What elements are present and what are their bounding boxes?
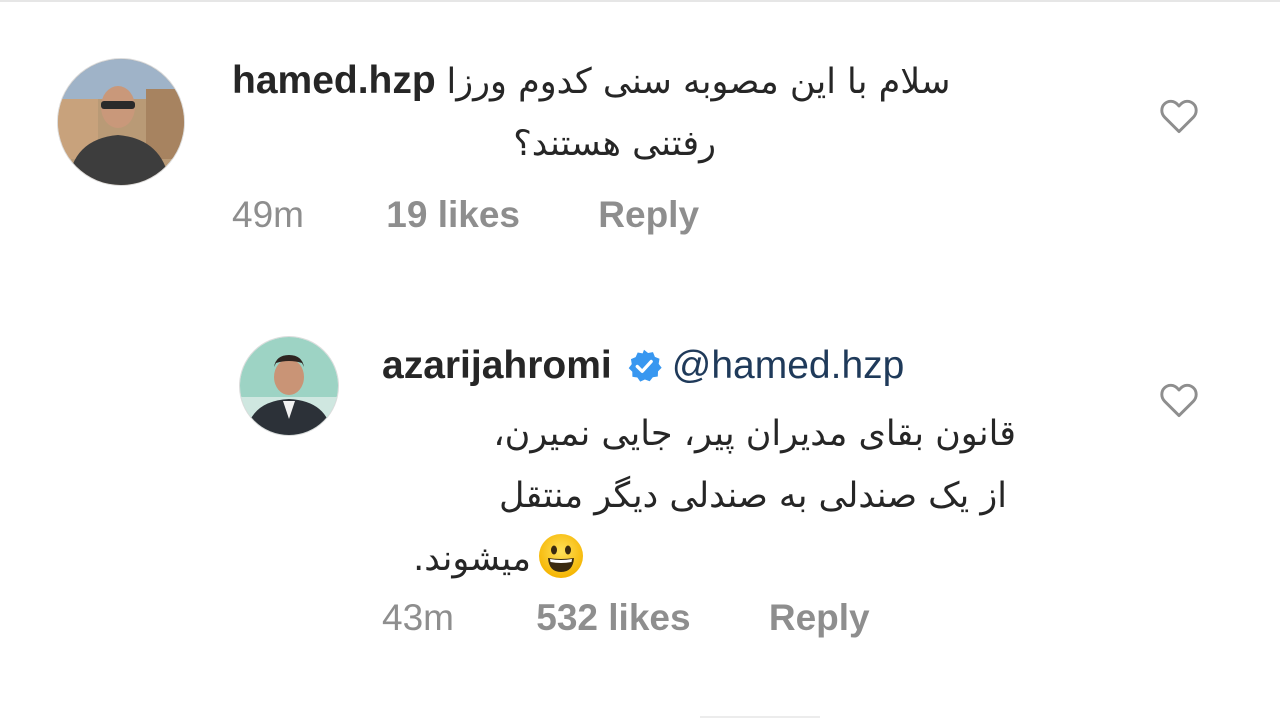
reply-text-line3: میشوند. [413,539,531,579]
reply-button[interactable]: Reply [769,597,870,639]
reply-text-line1: قانون بقای مدیران پیر، جایی نمیرن، [493,414,1016,454]
reply-button[interactable]: Reply [598,194,699,236]
reply-text-line2: از یک صندلی به صندلی دیگر منتقل [499,476,1007,516]
avatar-photo [58,59,184,185]
comment-text-line2: رفتنی هستند؟ [513,124,716,164]
bottom-divider [700,716,820,718]
reply-text-line3-wrap: میشوند. [382,527,585,599]
reply-meta: 43m 532 likes Reply [382,597,870,639]
comment-text: hamed.hzp سلام با این مصوبه سنی کدوم ورز… [232,50,1104,175]
comment-meta: 49m 19 likes Reply [232,194,699,236]
avatar[interactable] [58,59,184,185]
comment-username[interactable]: hamed.hzp [232,59,436,102]
verified-badge-icon [626,341,662,403]
comment-time: 49m [232,194,304,235]
like-heart-icon[interactable] [1157,94,1201,138]
reply-text: azarijahromi @hamed.hzp قانون بقای مدیرا… [382,335,1042,599]
comment-likes[interactable]: 19 likes [386,194,520,236]
comment-text-line1: سلام با این مصوبه سنی کدوم ورزا [446,62,951,102]
reply-time: 43m [382,597,454,638]
reply-username[interactable]: azarijahromi [382,344,612,387]
avatar[interactable] [240,337,338,435]
reply-likes[interactable]: 532 likes [536,597,690,639]
grinning-face-emoji-icon [537,532,585,599]
top-divider [0,0,1280,2]
avatar-photo [240,337,338,435]
like-heart-icon[interactable] [1157,378,1201,422]
mention-link[interactable]: @hamed.hzp [672,344,905,387]
